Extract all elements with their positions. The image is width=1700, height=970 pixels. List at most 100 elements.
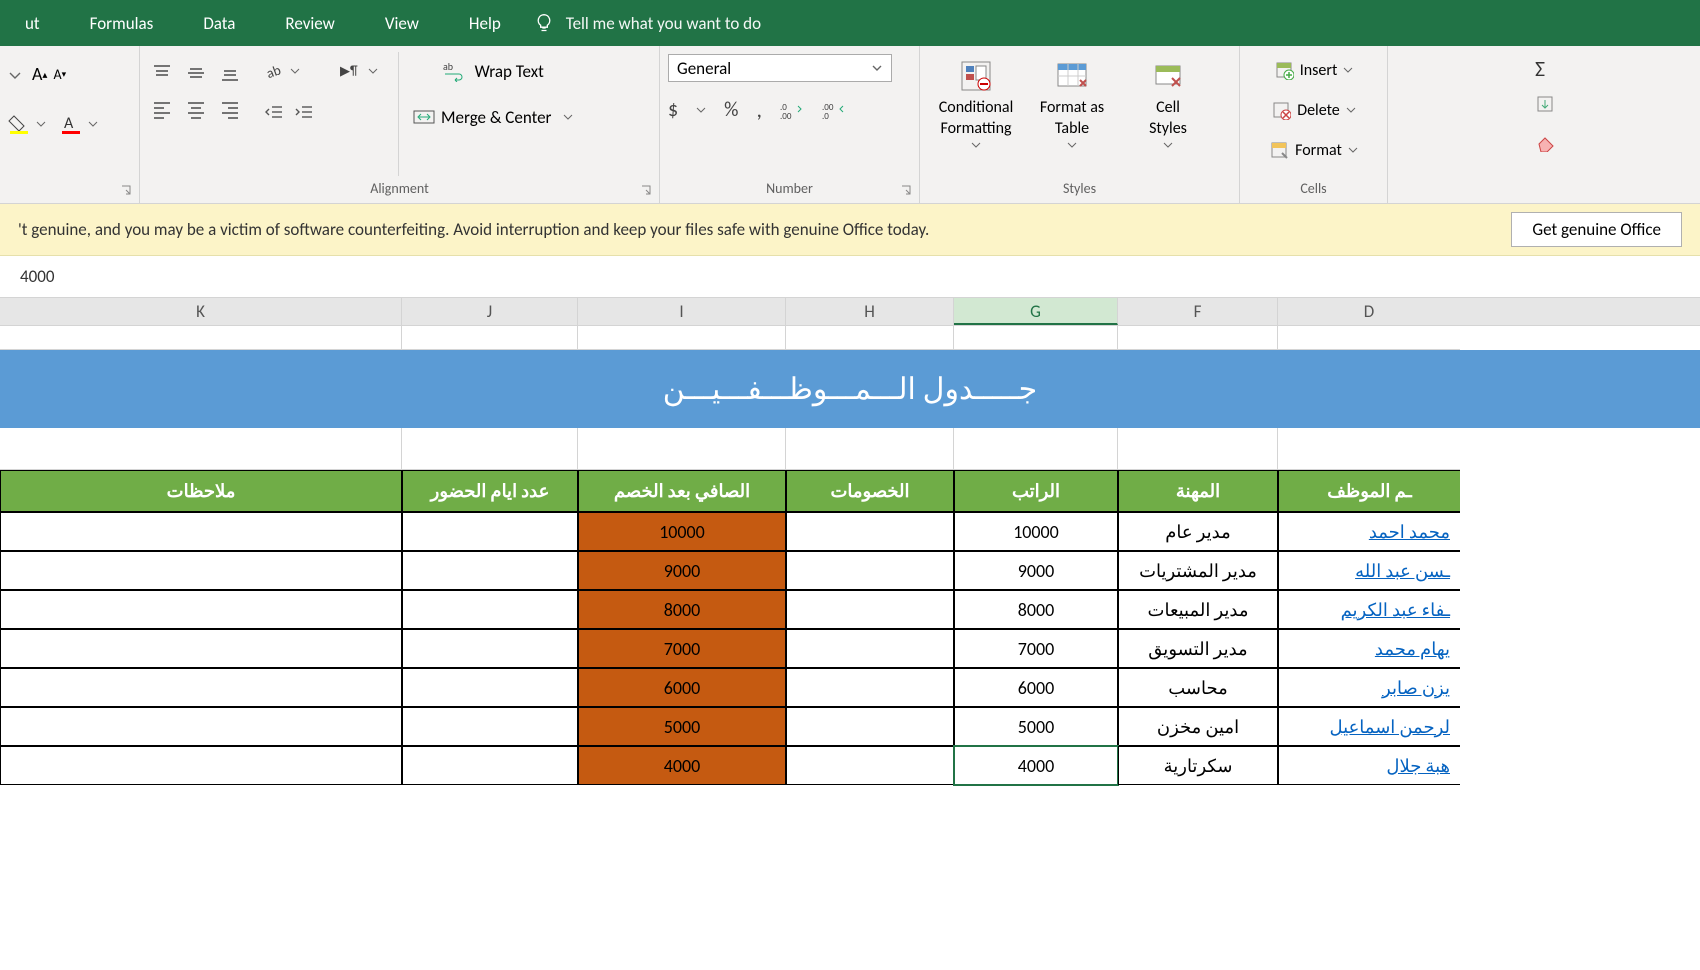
cell-discount[interactable] (786, 590, 954, 629)
cell-salary[interactable]: 4000 (954, 746, 1118, 785)
dialog-launcher-icon[interactable] (641, 185, 655, 199)
cell-notes[interactable] (0, 590, 402, 629)
cell-attendance[interactable] (402, 512, 578, 551)
cell-attendance[interactable] (402, 707, 578, 746)
title-banner[interactable]: جـــــدول الـــمـــوظـــفـــيـــن (0, 350, 1700, 428)
cell-employee-name[interactable]: ـسن عبد الله (1278, 551, 1460, 590)
comma-format-icon[interactable]: , (756, 96, 762, 123)
cell-attendance[interactable] (402, 746, 578, 785)
cell-net[interactable]: 8000 (578, 590, 786, 629)
cell-job[interactable]: مدير عام (1118, 512, 1278, 551)
col-header-k[interactable]: K (0, 298, 402, 325)
conditional-formatting-button[interactable]: Conditional Formatting (928, 52, 1024, 176)
number-format-dropdown[interactable]: General (668, 54, 892, 82)
th-discount[interactable]: الخصومات (786, 470, 954, 512)
tab-formulas[interactable]: Formulas (65, 13, 179, 34)
cell-net[interactable]: 9000 (578, 551, 786, 590)
cell-discount[interactable] (786, 629, 954, 668)
cell-salary[interactable]: 7000 (954, 629, 1118, 668)
dropdown-caret-icon[interactable] (696, 105, 706, 115)
cell-employee-name[interactable]: هبة جلال (1278, 746, 1460, 785)
delete-cells-button[interactable]: Delete (1248, 94, 1379, 126)
align-right-icon[interactable] (216, 94, 244, 124)
cell[interactable] (578, 326, 786, 350)
cell[interactable] (786, 428, 954, 470)
th-job[interactable]: المهنة (1118, 470, 1278, 512)
decrease-decimal-icon[interactable]: .00.0 (822, 100, 846, 120)
cell-job[interactable]: محاسب (1118, 668, 1278, 707)
col-header-j[interactable]: J (402, 298, 578, 325)
get-genuine-office-button[interactable]: Get genuine Office (1511, 212, 1682, 247)
dialog-launcher-icon[interactable] (901, 185, 915, 199)
insert-cells-button[interactable]: Insert (1248, 54, 1379, 86)
font-color-icon[interactable]: A (60, 113, 82, 135)
cell-net[interactable]: 10000 (578, 512, 786, 551)
col-header-f[interactable]: F (1118, 298, 1278, 325)
font-size-dropdown[interactable] (8, 67, 26, 81)
cell-notes[interactable] (0, 551, 402, 590)
cell[interactable] (0, 428, 402, 470)
th-salary[interactable]: الراتب (954, 470, 1118, 512)
cell-notes[interactable] (0, 668, 402, 707)
dropdown-caret-icon[interactable] (36, 119, 46, 129)
cell[interactable] (402, 326, 578, 350)
cell-employee-name[interactable]: يهام محمد (1278, 629, 1460, 668)
fill-color-icon[interactable] (8, 113, 30, 135)
tell-me-search[interactable]: Tell me what you want to do (566, 13, 761, 34)
cell-job[interactable]: سكرتارية (1118, 746, 1278, 785)
cell-net[interactable]: 5000 (578, 707, 786, 746)
clear-icon[interactable] (1400, 130, 1692, 152)
dropdown-caret-icon[interactable] (88, 119, 98, 129)
cell[interactable] (1118, 428, 1278, 470)
cell-discount[interactable] (786, 668, 954, 707)
cell-job[interactable]: مدير التسويق (1118, 629, 1278, 668)
orientation-icon[interactable]: ab (264, 60, 286, 82)
text-direction-icon[interactable]: ▶¶ (340, 61, 364, 81)
cell-discount[interactable] (786, 512, 954, 551)
cell-notes[interactable] (0, 629, 402, 668)
cell-discount[interactable] (786, 551, 954, 590)
cell[interactable] (402, 428, 578, 470)
th-name[interactable]: ـم الموظف (1278, 470, 1460, 512)
col-header-d[interactable]: D (1278, 298, 1460, 325)
tab-layout-partial[interactable]: ut (0, 13, 65, 34)
cell-attendance[interactable] (402, 551, 578, 590)
merge-center-button[interactable]: Merge & Center (413, 106, 551, 128)
cell-net[interactable]: 6000 (578, 668, 786, 707)
align-center-icon[interactable] (182, 94, 210, 124)
decrease-font-icon[interactable]: A▾ (53, 66, 66, 83)
fill-icon[interactable] (1400, 94, 1692, 116)
align-top-icon[interactable] (148, 58, 176, 88)
format-cells-button[interactable]: Format (1248, 134, 1379, 166)
cell[interactable] (786, 326, 954, 350)
col-header-i[interactable]: I (578, 298, 786, 325)
cell-employee-name[interactable]: محمد احمد (1278, 512, 1460, 551)
wrap-text-button[interactable]: ab Wrap Text (413, 56, 573, 86)
cell-employee-name[interactable]: لرحمن اسماعيل (1278, 707, 1460, 746)
col-header-h[interactable]: H (786, 298, 954, 325)
align-middle-icon[interactable] (182, 58, 210, 88)
cell-salary[interactable]: 9000 (954, 551, 1118, 590)
increase-decimal-icon[interactable]: .0.00 (780, 100, 804, 120)
cell-job[interactable]: امين مخزن (1118, 707, 1278, 746)
th-attendance[interactable]: عدد ايام الحضور (402, 470, 578, 512)
dropdown-caret-icon[interactable] (290, 66, 300, 76)
cell[interactable] (954, 428, 1118, 470)
cell-salary[interactable]: 10000 (954, 512, 1118, 551)
cell-discount[interactable] (786, 707, 954, 746)
th-notes[interactable]: ملاحظات (0, 470, 402, 512)
col-header-g[interactable]: G (954, 298, 1118, 325)
cell-salary[interactable]: 6000 (954, 668, 1118, 707)
dropdown-caret-icon[interactable] (368, 66, 378, 76)
cell-notes[interactable] (0, 746, 402, 785)
cell-job[interactable]: مدير المشتريات (1118, 551, 1278, 590)
tab-view[interactable]: View (360, 13, 444, 34)
cell-styles-button[interactable]: Cell Styles (1120, 52, 1216, 176)
increase-indent-icon[interactable] (294, 103, 314, 123)
cell[interactable] (1118, 326, 1278, 350)
cell[interactable] (954, 326, 1118, 350)
cell-net[interactable]: 7000 (578, 629, 786, 668)
increase-font-icon[interactable]: A▴ (32, 63, 47, 85)
cell-salary[interactable]: 8000 (954, 590, 1118, 629)
align-bottom-icon[interactable] (216, 58, 244, 88)
